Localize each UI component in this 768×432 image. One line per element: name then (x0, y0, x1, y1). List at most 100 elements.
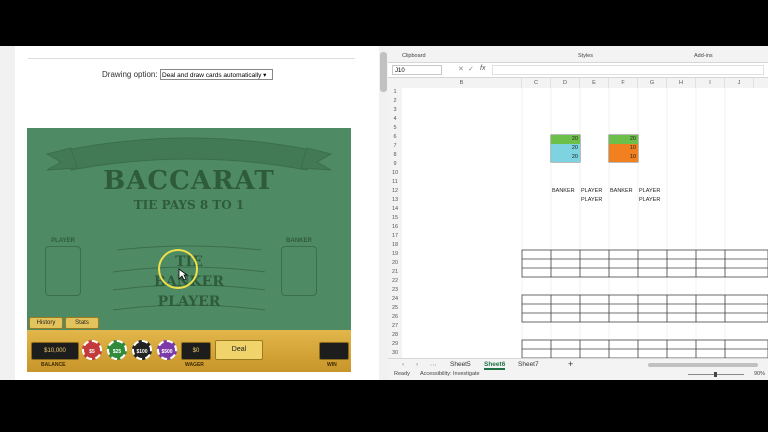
cell-g13[interactable]: PLAYER (639, 197, 660, 203)
tab-prev-icon[interactable]: ‹ (402, 361, 404, 368)
chevron-down-icon: ▾ (261, 72, 267, 79)
enter-icon[interactable]: ✓ (468, 65, 474, 73)
zoom-slider-thumb[interactable] (714, 372, 717, 377)
chip-100[interactable]: $100 (132, 340, 152, 360)
deal-button[interactable]: Deal (215, 340, 263, 360)
left-gutter (0, 46, 15, 380)
ribbon-group-styles[interactable]: Styles (578, 53, 593, 59)
excel-window: Clipboard Styles Add-ins J10 ✕ ✓ fx B C … (388, 46, 768, 380)
ribbon-group-addins[interactable]: Add-ins (694, 53, 713, 59)
cancel-icon[interactable]: ✕ (458, 65, 464, 73)
cell-f6-value: 20 (629, 136, 636, 142)
row-header[interactable]: 29 (388, 340, 402, 349)
row-header[interactable]: 23 (388, 286, 402, 295)
status-bar: Ready Accessibility: Investigate 90% (388, 370, 768, 380)
row-header[interactable]: 5 (388, 124, 402, 133)
chip-25[interactable]: $25 (107, 340, 127, 360)
tab-sheet5[interactable]: Sheet5 (450, 361, 471, 368)
add-sheet-icon[interactable]: + (568, 359, 573, 369)
row-header[interactable]: 9 (388, 160, 402, 169)
row-header[interactable]: 14 (388, 205, 402, 214)
fx-label[interactable]: fx (480, 65, 485, 72)
browser-panel: Drawing option: Deal and draw cards auto… (0, 46, 388, 380)
tab-sheet7[interactable]: Sheet7 (518, 361, 539, 368)
row-header[interactable]: 28 (388, 331, 402, 340)
row-header[interactable]: 11 (388, 178, 402, 187)
row-header[interactable]: 4 (388, 115, 402, 124)
row-header[interactable]: 1 (388, 88, 402, 97)
formula-input[interactable] (492, 65, 764, 75)
col-header-c[interactable]: C (522, 78, 551, 88)
cell-d12[interactable]: BANKER (552, 188, 575, 194)
cell-f12[interactable]: BANKER (610, 188, 633, 194)
wager-label: WAGER (185, 362, 204, 368)
cell-e13[interactable]: PLAYER (581, 197, 602, 203)
grid-lines (388, 78, 768, 358)
row-header[interactable]: 3 (388, 106, 402, 115)
row-header[interactable]: 13 (388, 196, 402, 205)
tab-more-icon[interactable]: ⋯ (430, 361, 437, 369)
row-header[interactable]: 27 (388, 322, 402, 331)
row-header[interactable]: 15 (388, 214, 402, 223)
drawing-option-label: Drawing option: (102, 70, 158, 79)
cell-e12[interactable]: PLAYER (581, 188, 602, 194)
accessibility-status[interactable]: Accessibility: Investigate (420, 371, 480, 377)
baccarat-table: BACCARAT TIE PAYS 8 TO 1 PLAYER BANKER T… (27, 128, 351, 372)
ribbon-group-clipboard[interactable]: Clipboard (402, 53, 426, 59)
ribbon: Clipboard Styles Add-ins (388, 46, 768, 63)
stats-button[interactable]: Stats (65, 317, 99, 329)
row-header[interactable]: 25 (388, 304, 402, 313)
wager-display: $0 (181, 342, 211, 360)
col-header-i[interactable]: I (696, 78, 725, 88)
vertical-scrollbar[interactable] (379, 46, 388, 380)
col-header-j[interactable]: J (725, 78, 754, 88)
col-header-f[interactable]: F (609, 78, 638, 88)
name-box[interactable]: J10 (392, 65, 442, 75)
row-header[interactable]: 6 (388, 133, 402, 142)
row-header[interactable]: 17 (388, 232, 402, 241)
row-header[interactable]: 20 (388, 259, 402, 268)
zoom-level[interactable]: 90% (754, 371, 765, 377)
spreadsheet-grid[interactable]: B C D E F G H I J 1 2 3 4 5 6 7 8 9 10 11 12 13 14 15 1… (388, 78, 768, 358)
col-header-h[interactable]: H (667, 78, 696, 88)
win-label: WIN (327, 362, 337, 368)
tab-sheet6[interactable]: Sheet6 (484, 361, 506, 370)
tab-next-icon[interactable]: › (416, 361, 418, 368)
chip-5[interactable]: $5 (82, 340, 102, 360)
mouse-cursor-icon (178, 268, 188, 281)
win-display (319, 342, 349, 360)
player-bet-area[interactable]: PLAYER (27, 294, 351, 310)
scrollbar-thumb[interactable] (380, 52, 387, 92)
col-header-b[interactable]: B (402, 78, 522, 88)
history-button[interactable]: History (29, 317, 63, 329)
cell-g12[interactable]: PLAYER (639, 188, 660, 194)
horizontal-scrollbar[interactable] (648, 363, 758, 367)
row-header[interactable]: 10 (388, 169, 402, 178)
row-header[interactable]: 2 (388, 97, 402, 106)
cell-f7-value: 10 (629, 145, 636, 151)
row-header[interactable]: 21 (388, 268, 402, 277)
game-subtitle: TIE PAYS 8 TO 1 (133, 198, 245, 212)
row-header[interactable]: 24 (388, 295, 402, 304)
col-header-d[interactable]: D (551, 78, 580, 88)
drawing-option-select[interactable]: Deal and draw cards automatically ▾ (160, 69, 273, 80)
chip-500[interactable]: $500 (157, 340, 177, 360)
row-header[interactable]: 18 (388, 241, 402, 250)
balance-display: $10,000 (31, 342, 79, 360)
row-header[interactable]: 26 (388, 313, 402, 322)
row-header[interactable]: 30 (388, 349, 402, 358)
cell-d7-value: 20 (571, 145, 578, 151)
col-header-e[interactable]: E (580, 78, 609, 88)
cell-d6-value: 20 (571, 136, 578, 142)
formula-bar: J10 ✕ ✓ fx (388, 63, 768, 78)
row-header[interactable]: 7 (388, 142, 402, 151)
row-header[interactable]: 16 (388, 223, 402, 232)
col-header-g[interactable]: G (638, 78, 667, 88)
row-header[interactable]: 19 (388, 250, 402, 259)
row-header[interactable]: 12 (388, 187, 402, 196)
game-title: BACCARAT (103, 166, 275, 196)
cell-f8-value: 10 (629, 154, 636, 160)
drawing-option-value: Deal and draw cards automatically (162, 72, 262, 79)
row-header[interactable]: 8 (388, 151, 402, 160)
row-header[interactable]: 22 (388, 277, 402, 286)
